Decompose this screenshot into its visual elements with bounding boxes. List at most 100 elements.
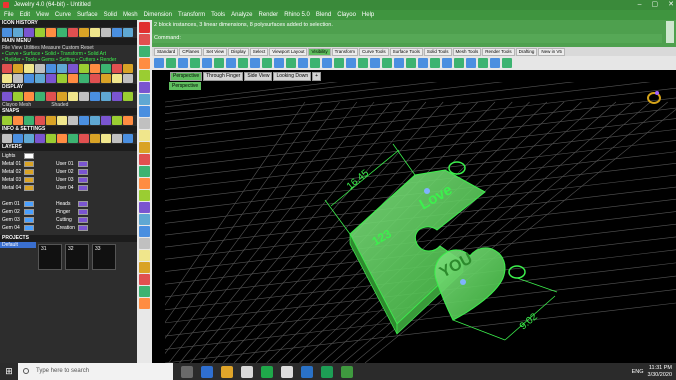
tool-icon[interactable] xyxy=(139,70,150,81)
color-swatch[interactable] xyxy=(78,217,88,223)
tool-icon[interactable] xyxy=(139,154,150,165)
toolbar-icon[interactable] xyxy=(442,58,452,68)
project-thumbnail[interactable]: 33 xyxy=(92,244,116,270)
tool-icon[interactable] xyxy=(139,22,150,33)
tool-icon[interactable] xyxy=(139,82,150,93)
project-name[interactable]: Default xyxy=(0,242,36,248)
tool-icon[interactable] xyxy=(139,46,150,57)
tab-viewport-layout[interactable]: Viewport Layout xyxy=(269,48,308,56)
toolbar-icon[interactable] xyxy=(478,58,488,68)
tab-curve-tools[interactable]: Curve Tools xyxy=(358,48,389,56)
taskbar-app-icon[interactable] xyxy=(261,365,273,378)
tool-icon[interactable] xyxy=(90,92,100,101)
tool-icon[interactable] xyxy=(79,64,89,73)
tool-icon[interactable] xyxy=(79,74,89,83)
tool-icon[interactable] xyxy=(13,74,23,83)
taskbar-app-icon[interactable] xyxy=(201,365,213,378)
tool-icon[interactable] xyxy=(139,226,150,237)
tool-icon[interactable] xyxy=(24,116,34,125)
tool-icon[interactable] xyxy=(57,92,67,101)
taskbar-search[interactable]: Type here to search xyxy=(18,363,173,380)
tool-icon[interactable] xyxy=(139,190,150,201)
menu-item-file[interactable]: File xyxy=(4,12,14,18)
tool-icon[interactable] xyxy=(46,28,56,37)
menu-item-curve[interactable]: Curve xyxy=(55,12,71,18)
tool-icon[interactable] xyxy=(90,134,100,143)
menu-item-surface[interactable]: Surface xyxy=(77,12,98,18)
menu-item-edit[interactable]: Edit xyxy=(20,12,30,18)
tool-icon[interactable] xyxy=(139,238,150,249)
taskbar-app-icon[interactable] xyxy=(181,365,193,378)
toolbar-icon[interactable] xyxy=(430,58,440,68)
tool-icon[interactable] xyxy=(112,92,122,101)
project-thumbnail[interactable]: 31 xyxy=(38,244,62,270)
command-prompt[interactable]: Command: xyxy=(152,34,662,43)
tool-icon[interactable] xyxy=(139,58,150,69)
layer-row[interactable]: Metal 04 User 04 xyxy=(2,184,135,192)
tab-drafting[interactable]: Drafting xyxy=(515,48,538,56)
tab-select[interactable]: Select xyxy=(249,48,269,56)
tool-icon[interactable] xyxy=(57,64,67,73)
tool-icon[interactable] xyxy=(139,106,150,117)
tab-transform[interactable]: Transform xyxy=(331,48,358,56)
tool-icon[interactable] xyxy=(90,64,100,73)
menu-item-rhino-5-0[interactable]: Rhino 5.0 xyxy=(284,12,310,18)
menu-item-render[interactable]: Render xyxy=(259,12,279,18)
tool-icon[interactable] xyxy=(112,74,122,83)
tool-icon[interactable] xyxy=(2,92,12,101)
layer-row[interactable]: Gem 01 Heads xyxy=(2,200,135,208)
color-swatch[interactable] xyxy=(24,201,34,207)
toolbar-icon[interactable] xyxy=(154,58,164,68)
tool-icon[interactable] xyxy=(13,92,23,101)
tool-icon[interactable] xyxy=(79,134,89,143)
tool-icon[interactable] xyxy=(24,134,34,143)
layer-row[interactable]: Gem 03 Cutting xyxy=(2,216,135,224)
tool-icon[interactable] xyxy=(139,166,150,177)
color-swatch[interactable] xyxy=(24,153,34,159)
tab-solid-tools[interactable]: Solid Tools xyxy=(423,48,452,56)
tool-icon[interactable] xyxy=(123,74,133,83)
tool-icon[interactable] xyxy=(101,74,111,83)
tool-icon[interactable] xyxy=(139,130,150,141)
tool-icon[interactable] xyxy=(57,28,67,37)
toolbar-icon[interactable] xyxy=(394,58,404,68)
tool-icon[interactable] xyxy=(35,116,45,125)
color-swatch[interactable] xyxy=(78,225,88,231)
layer-row[interactable]: Metal 02 User 02 xyxy=(2,168,135,176)
layer-row[interactable]: Metal 03 User 03 xyxy=(2,176,135,184)
tool-icon[interactable] xyxy=(90,28,100,37)
taskbar-app-icon[interactable] xyxy=(341,365,353,378)
perspective-viewport[interactable]: Love 123 YOU 16.45 9.02 Perspective xyxy=(124,41,676,364)
lights-row[interactable]: Lights xyxy=(2,152,135,160)
tool-icon[interactable] xyxy=(139,250,150,261)
toolbar-icon[interactable] xyxy=(202,58,212,68)
tool-icon[interactable] xyxy=(90,116,100,125)
tab-mesh-tools[interactable]: Mesh Tools xyxy=(452,48,482,56)
start-button[interactable]: ⊞ xyxy=(0,363,18,380)
toolbar-icon[interactable] xyxy=(178,58,188,68)
tool-icon[interactable] xyxy=(13,28,23,37)
viewport-tab-through-finger[interactable]: Through Finger xyxy=(203,72,244,81)
tool-icon[interactable] xyxy=(24,28,34,37)
tool-icon[interactable] xyxy=(101,134,111,143)
tool-icon[interactable] xyxy=(90,74,100,83)
language-indicator[interactable]: ENG xyxy=(632,369,644,375)
taskbar-app-icon[interactable] xyxy=(241,365,253,378)
taskbar-app-icon[interactable] xyxy=(301,365,313,378)
layer-row[interactable]: Gem 02 Finger xyxy=(2,208,135,216)
toolbar-icon[interactable] xyxy=(310,58,320,68)
tool-icon[interactable] xyxy=(46,116,56,125)
toolbar-icon[interactable] xyxy=(370,58,380,68)
ring-gizmo-icon[interactable] xyxy=(647,91,661,104)
tool-icon[interactable] xyxy=(139,214,150,225)
toolbar-icon[interactable] xyxy=(418,58,428,68)
tool-icon[interactable] xyxy=(101,116,111,125)
tool-icon[interactable] xyxy=(35,134,45,143)
tool-icon[interactable] xyxy=(139,34,150,45)
tool-icon[interactable] xyxy=(139,142,150,153)
tool-icon[interactable] xyxy=(68,64,78,73)
toolbar-icon[interactable] xyxy=(166,58,176,68)
tab-surface-tools[interactable]: Surface Tools xyxy=(389,48,423,56)
tool-icon[interactable] xyxy=(123,134,133,143)
tool-icon[interactable] xyxy=(139,178,150,189)
